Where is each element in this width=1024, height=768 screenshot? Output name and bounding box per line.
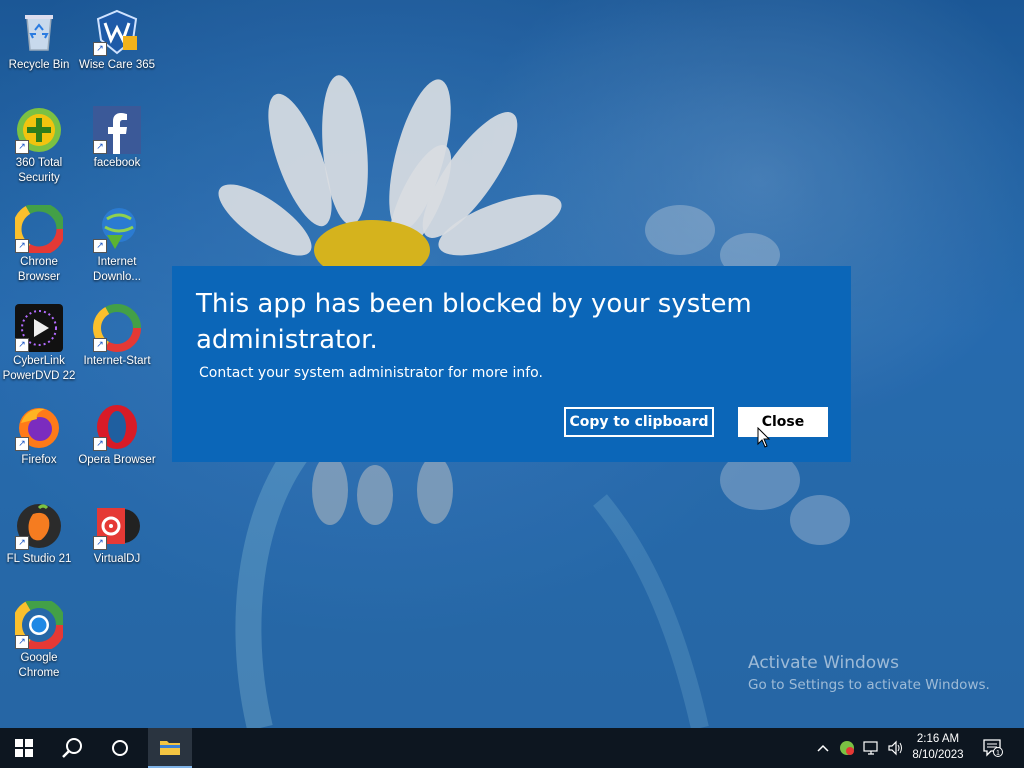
recycle-bin-icon	[15, 8, 63, 56]
security-tray-button[interactable]	[838, 740, 856, 756]
desktop-icon-google-chrome[interactable]: ↗ Google Chrome	[0, 601, 78, 681]
desktop-icon-firefox[interactable]: ↗ Firefox	[0, 403, 78, 468]
dialog-message: Contact your system administrator for mo…	[199, 365, 543, 381]
desktop-icon-label: FL Studio 21	[6, 553, 72, 565]
desktop-icon-label: Google Chrome	[18, 652, 60, 679]
desktop-icon-label: Recycle Bin	[8, 59, 70, 71]
desktop-icon-label: Chrone Browser	[17, 256, 61, 283]
show-hidden-icons-button[interactable]	[816, 740, 830, 756]
wise-care-icon: ↗	[93, 8, 141, 56]
mouse-cursor-icon	[757, 427, 771, 448]
activate-windows-title: Activate Windows	[748, 653, 899, 673]
shortcut-arrow-icon: ↗	[93, 42, 107, 56]
desktop-icon-virtualdj[interactable]: ↗ VirtualDJ	[78, 502, 156, 567]
desktop-icon-label: facebook	[93, 157, 141, 169]
windows-start-icon	[15, 739, 33, 757]
internet-start-icon: ↗	[93, 304, 141, 352]
internet-download-icon: ↗	[93, 205, 141, 253]
blocked-app-dialog: This app has been blocked by your system…	[172, 266, 851, 462]
shortcut-arrow-icon: ↗	[15, 140, 29, 154]
desktop-icon-label: VirtualDJ	[93, 553, 141, 565]
desktop-icon-label: Firefox	[21, 454, 57, 466]
desktop-icon-facebook[interactable]: ↗ facebook	[78, 106, 156, 171]
desktop-icon-powerdvd[interactable]: ↗ CyberLink PowerDVD 22	[0, 304, 78, 384]
desktop-icon-fl-studio[interactable]: ↗ FL Studio 21	[0, 502, 78, 567]
shortcut-arrow-icon: ↗	[93, 140, 107, 154]
desktop-icon-chrone-browser[interactable]: ↗ Chrone Browser	[0, 205, 78, 285]
desktop-icon-internet-start[interactable]: ↗ Internet-Start	[78, 304, 156, 369]
network-tray-button[interactable]	[862, 740, 880, 756]
desktop-icon-internet-download[interactable]: ↗ Internet Downlo...	[78, 205, 156, 285]
notification-icon: 1	[983, 739, 1003, 757]
shortcut-arrow-icon: ↗	[15, 239, 29, 253]
activate-windows-watermark: Activate Windows Go to Settings to activ…	[748, 652, 990, 696]
desktop-icon-recycle-bin[interactable]: Recycle Bin	[0, 8, 78, 73]
copy-to-clipboard-button[interactable]: Copy to clipboard	[564, 407, 714, 437]
firefox-icon: ↗	[15, 403, 63, 451]
dialog-title: This app has been blocked by your system…	[196, 289, 752, 355]
chrone-browser-icon: ↗	[15, 205, 63, 253]
activate-windows-subtitle: Go to Settings to activate Windows.	[748, 677, 990, 693]
notification-count: 1	[996, 750, 1000, 757]
desktop-icon-wise-care[interactable]: ↗ Wise Care 365	[78, 8, 156, 73]
file-explorer-icon	[160, 741, 180, 755]
action-center-button[interactable]: 1	[982, 739, 1004, 757]
shortcut-arrow-icon: ↗	[15, 437, 29, 451]
chevron-up-icon	[817, 744, 829, 752]
volume-tray-button[interactable]	[886, 740, 904, 756]
shortcut-arrow-icon: ↗	[93, 239, 107, 253]
desktop-icon-label: Internet-Start	[83, 355, 151, 367]
start-button[interactable]	[0, 728, 48, 768]
desktop-icon-opera[interactable]: ↗ Opera Browser	[78, 403, 156, 468]
cortana-button[interactable]	[96, 728, 144, 768]
desktop-icon-label: CyberLink PowerDVD 22	[2, 355, 76, 382]
desktop-icon-label: Opera Browser	[78, 454, 156, 466]
opera-icon: ↗	[93, 403, 141, 451]
search-icon	[62, 738, 82, 758]
security-tray-icon	[840, 741, 854, 755]
volume-icon	[888, 740, 902, 756]
desktop-icon-360-total-security[interactable]: ↗ 360 Total Security	[0, 106, 78, 186]
taskbar-clock[interactable]: 2:16 AM 8/10/2023	[906, 731, 970, 763]
close-button[interactable]: Close	[738, 407, 828, 437]
desktop-icon-label: Internet Downlo...	[93, 256, 141, 283]
taskbar: 2:16 AM 8/10/2023 1	[0, 728, 1024, 768]
fl-studio-icon: ↗	[15, 502, 63, 550]
file-explorer-button[interactable]	[148, 728, 192, 768]
virtualdj-icon: ↗	[93, 502, 141, 550]
chrome-icon: ↗	[15, 601, 63, 649]
cortana-icon	[112, 740, 128, 756]
clock-time: 2:16 AM	[916, 733, 960, 745]
shortcut-arrow-icon: ↗	[15, 338, 29, 352]
shortcut-arrow-icon: ↗	[93, 536, 107, 550]
desktop-icon-label: Wise Care 365	[78, 59, 156, 71]
shortcut-arrow-icon: ↗	[93, 338, 107, 352]
shortcut-arrow-icon: ↗	[15, 635, 29, 649]
facebook-icon: ↗	[93, 106, 141, 154]
security-360-icon: ↗	[15, 106, 63, 154]
search-button[interactable]	[48, 728, 96, 768]
clock-date: 8/10/2023	[912, 749, 964, 761]
desktop-icon-label: 360 Total Security	[15, 157, 63, 184]
powerdvd-icon: ↗	[15, 304, 63, 352]
shortcut-arrow-icon: ↗	[15, 536, 29, 550]
network-icon	[863, 741, 878, 755]
shortcut-arrow-icon: ↗	[93, 437, 107, 451]
